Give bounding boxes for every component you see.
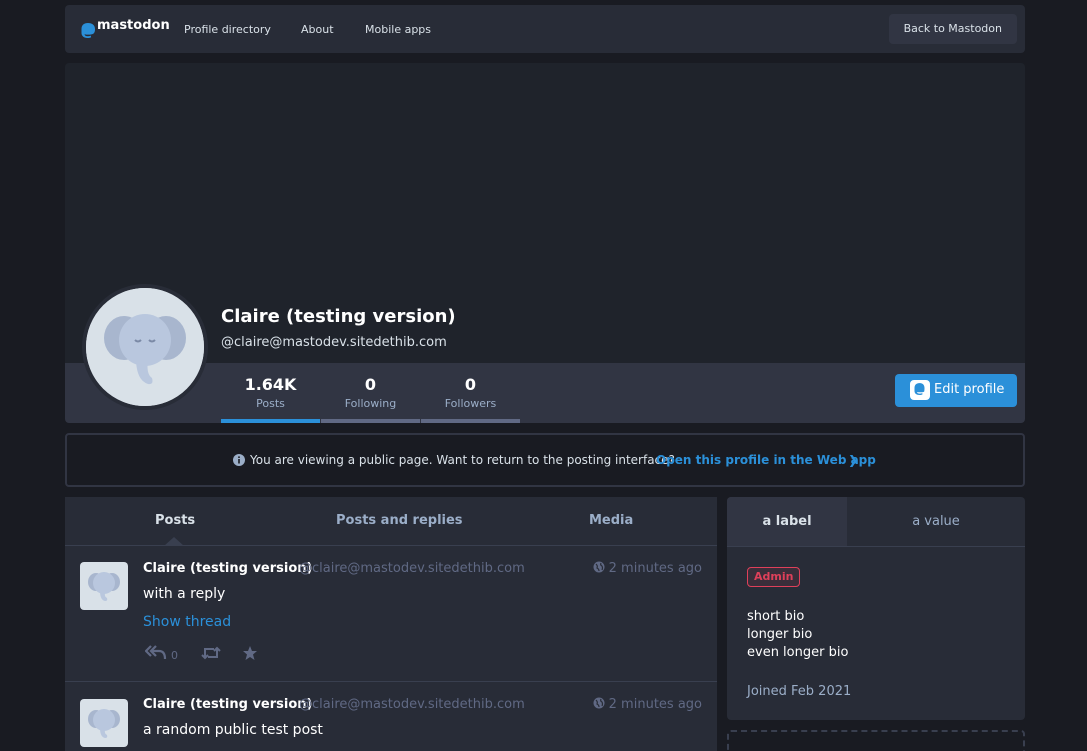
reply-count: 0 [171,649,178,662]
logo-text: mastodon [97,18,170,33]
favourite-button[interactable] [242,645,258,664]
profile-display-name: Claire (testing version) [221,306,456,327]
posts-count: 1.64K [244,375,297,394]
status-time-text: 2 minutes ago [608,561,702,576]
posts-label: Posts [256,397,285,410]
top-navigation: mastodon Profile directory About Mobile … [65,5,1025,53]
info-circle-icon [233,454,245,466]
following-counter-underline [321,419,420,423]
tab-media[interactable]: Media [589,513,633,528]
status-author-name[interactable]: Claire (testing version) [143,561,312,576]
status-avatar[interactable] [80,699,128,747]
mastodon-logo-icon [81,23,95,38]
feed-tabs: Posts Posts and replies Media [65,497,717,546]
joined-date: Joined Feb 2021 [747,684,852,699]
profile-info-bar [65,363,1025,423]
posts-counter-underline [221,419,320,423]
status-timestamp[interactable]: 2 minutes ago [593,561,702,576]
mastodon-icon [910,380,930,400]
bio-line: even longer bio [747,645,849,660]
status-item[interactable]: Claire (testing version) @claire@mastode… [65,546,717,682]
edit-profile-button[interactable]: Edit profile [895,374,1017,407]
status-timestamp[interactable]: 2 minutes ago [593,697,702,712]
status-author-name[interactable]: Claire (testing version) [143,697,312,712]
profile-sidebar: a label a value Admin short bio longer b… [727,497,1025,720]
status-author-handle[interactable]: @claire@mastodev.sitedethib.com [299,697,525,712]
followers-count: 0 [464,375,477,394]
bio-line: longer bio [747,627,813,642]
tab-posts[interactable]: Posts [155,513,195,528]
status-time-text: 2 minutes ago [608,697,702,712]
following-label: Following [344,397,397,410]
profile-avatar [82,284,208,410]
profile-field-value: a value [912,514,960,529]
profile-handle: @claire@mastodev.sitedethib.com [221,335,447,350]
profile-header-image [65,63,1025,363]
elephant-avatar-icon [88,709,120,738]
posts-counter[interactable]: 1.64K Posts [221,363,320,423]
retweet-icon [201,646,221,660]
followers-counter-underline [421,419,520,423]
reply-all-button[interactable] [144,645,167,664]
divider [727,546,1025,547]
status-author-handle[interactable]: @claire@mastodev.sitedethib.com [299,561,525,576]
public-page-notice: You are viewing a public page. Want to r… [65,433,1025,487]
back-to-mastodon-button[interactable]: Back to Mastodon [888,14,1017,44]
admin-badge: Admin [747,567,801,587]
boost-button[interactable] [201,645,221,664]
bio-line: short bio [747,609,805,624]
status-item[interactable]: Claire (testing version) @claire@mastode… [65,682,717,751]
globe-icon [593,561,605,573]
chevron-right-icon: ❯ [848,453,859,467]
status-content: a random public test post [143,722,323,738]
tab-posts-and-replies[interactable]: Posts and replies [336,513,463,528]
reply-all-icon [144,645,167,660]
status-avatar[interactable] [80,562,128,610]
following-count: 0 [364,375,377,394]
followers-label: Followers [444,397,497,410]
nav-about[interactable]: About [301,23,334,36]
elephant-avatar-icon [86,288,204,406]
followers-counter[interactable]: 0 Followers [421,363,520,423]
edit-profile-label: Edit profile [934,382,1005,397]
nav-profile-directory[interactable]: Profile directory [184,23,271,36]
profile-field-label: a label [727,497,847,546]
star-icon [243,646,257,660]
active-tab-indicator [164,537,184,546]
globe-icon [593,697,605,709]
empty-placeholder-box [727,730,1025,751]
elephant-avatar-icon [88,572,120,601]
notice-text: You are viewing a public page. Want to r… [250,453,675,467]
posts-feed: Posts Posts and replies Media Claire (te… [65,497,717,751]
mastodon-logo[interactable]: mastodon [80,18,170,40]
open-in-web-app-link[interactable]: Open this profile in the Web app [656,453,876,467]
show-thread-link[interactable]: Show thread [143,614,231,630]
status-content: with a reply [143,586,226,602]
nav-mobile-apps[interactable]: Mobile apps [365,23,431,36]
following-counter[interactable]: 0 Following [321,363,420,423]
